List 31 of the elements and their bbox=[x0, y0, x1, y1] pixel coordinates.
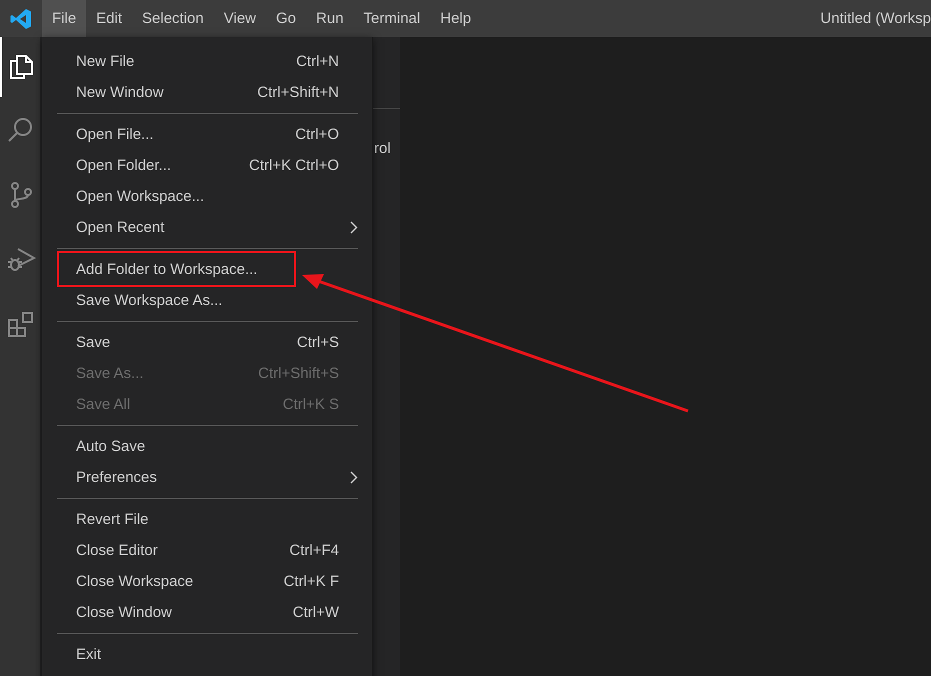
menu-item[interactable]: Preferences bbox=[42, 462, 372, 493]
menu-item[interactable]: Save Workspace As... bbox=[42, 285, 372, 316]
menu-bar-item[interactable]: Go bbox=[266, 0, 306, 37]
menu-item[interactable]: Revert File bbox=[42, 504, 372, 535]
menu-bar-item[interactable]: Run bbox=[306, 0, 354, 37]
menu-item[interactable]: Auto Save bbox=[42, 431, 372, 462]
menu-bar-item[interactable]: View bbox=[214, 0, 266, 37]
menu-item[interactable]: Save Ctrl+S bbox=[42, 327, 372, 358]
menu-item[interactable]: New File Ctrl+N bbox=[42, 46, 372, 77]
bug-play-icon[interactable] bbox=[6, 246, 36, 274]
menu-bar-item[interactable]: Terminal bbox=[354, 0, 430, 37]
search-icon[interactable] bbox=[7, 116, 35, 144]
menu-bar-item[interactable]: Selection bbox=[132, 0, 214, 37]
window-title: Untitled (Worksp bbox=[820, 10, 931, 27]
menu-bar-item[interactable]: Edit bbox=[86, 0, 132, 37]
menu-item[interactable]: Add Folder to Workspace... bbox=[42, 254, 372, 285]
menu-item[interactable]: Open Workspace... bbox=[42, 181, 372, 212]
menu-item[interactable]: New Window Ctrl+Shift+N bbox=[42, 77, 372, 108]
menu-bar-item[interactable]: Help bbox=[430, 0, 482, 37]
menu-bar-item[interactable]: File bbox=[42, 0, 86, 37]
menu-item[interactable]: Close Window Ctrl+W bbox=[42, 597, 372, 628]
blocks-icon[interactable] bbox=[7, 310, 35, 338]
menu-item[interactable]: Open File... Ctrl+O bbox=[42, 119, 372, 150]
files-icon[interactable] bbox=[7, 53, 35, 81]
menu-item[interactable]: Close Workspace Ctrl+K F bbox=[42, 566, 372, 597]
menu-item[interactable]: Open Folder... Ctrl+K Ctrl+O bbox=[42, 150, 372, 181]
logo-icon bbox=[10, 8, 32, 30]
sidebar-text: rol bbox=[374, 140, 391, 157]
menu-item[interactable]: Open Recent bbox=[42, 212, 372, 243]
menu-item[interactable]: Close Editor Ctrl+F4 bbox=[42, 535, 372, 566]
menu-item[interactable]: Exit bbox=[42, 639, 372, 670]
